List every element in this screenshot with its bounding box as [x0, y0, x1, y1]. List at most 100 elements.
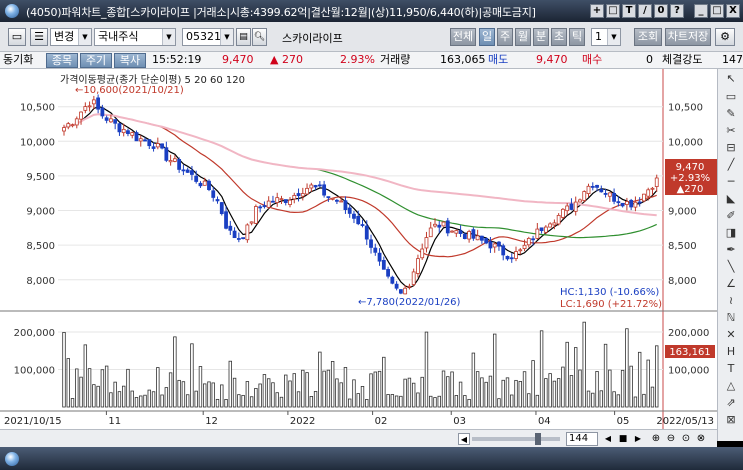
zoom-reset-icon[interactable]: ⊗ — [695, 433, 707, 445]
maximize-button[interactable]: □ — [710, 4, 724, 18]
volume-bar — [313, 391, 318, 408]
arrow-icon[interactable]: ⇗ — [722, 395, 740, 410]
period-count-select[interactable]: 1 ▼ — [591, 28, 621, 46]
rewind-icon[interactable]: ◀ — [602, 433, 614, 445]
volume-bar — [646, 359, 650, 408]
marker-icon[interactable]: ◣ — [722, 191, 740, 206]
price-chart[interactable]: 10,50010,50010,00010,0009,5009,5009,0009… — [0, 69, 717, 439]
stop-icon[interactable]: ■ — [617, 433, 629, 445]
quote-strength: 147 — [722, 53, 743, 66]
period-month-button[interactable]: 월 — [515, 28, 531, 46]
all-button[interactable]: 전체 — [450, 28, 476, 46]
tab-period[interactable]: 주기 — [80, 53, 112, 68]
volume-bar — [446, 376, 450, 408]
candle-body — [522, 244, 527, 250]
line-icon[interactable]: ╲ — [722, 259, 740, 274]
cursor-icon[interactable]: ↖ — [722, 71, 740, 86]
settings-icon[interactable]: ⚙ — [715, 28, 735, 46]
candle-body — [181, 169, 186, 172]
horizontal-line-icon[interactable]: ─ — [722, 174, 740, 189]
volume-bar — [475, 371, 480, 408]
pen-icon[interactable]: ✒ — [722, 242, 740, 257]
candle-body — [599, 188, 604, 193]
candle-body — [117, 123, 122, 133]
period-day-button[interactable]: 일 — [479, 28, 495, 46]
quote-change-pct: 2.93% — [340, 53, 375, 66]
close-button[interactable]: X — [726, 4, 740, 18]
period-week-button[interactable]: 주 — [497, 28, 513, 46]
zoom-slider-handle[interactable] — [535, 433, 541, 445]
volume-bar — [429, 395, 433, 408]
candle-body — [172, 158, 177, 162]
period-minute-button[interactable]: 분 — [533, 28, 549, 46]
quote-ask: 9,470 — [536, 53, 568, 66]
pencil-icon[interactable]: ✎ — [722, 106, 740, 121]
search-icon[interactable]: 🔍︎ — [252, 28, 267, 46]
volume-bar — [245, 381, 250, 408]
zigzag-icon[interactable]: ≀ — [722, 293, 740, 308]
channel-icon[interactable]: H — [722, 344, 740, 359]
volume-bar — [407, 377, 412, 408]
tab-stock[interactable]: 종목 — [46, 53, 78, 68]
volume-bar — [544, 378, 548, 408]
zoom-out-icon[interactable]: ⊖ — [665, 433, 677, 445]
title-t-button[interactable]: T — [622, 4, 636, 18]
chart-canvas[interactable]: 10,50010,50010,00010,0009,5009,5009,0009… — [0, 69, 717, 429]
lock-icon[interactable]: ⊠ — [722, 412, 740, 427]
help-button[interactable]: ? — [670, 4, 684, 18]
candle-body — [70, 124, 75, 127]
volume-bar — [301, 369, 305, 408]
triangle-icon[interactable]: △ — [722, 378, 740, 393]
restore-small-button[interactable]: □ — [606, 4, 620, 18]
volume-bar — [198, 366, 203, 408]
scroll-left-icon[interactable]: ◀ — [458, 433, 470, 445]
candle-body — [454, 230, 459, 234]
zero-button[interactable]: 0 — [654, 4, 668, 18]
zoom-slider-track[interactable] — [472, 437, 560, 441]
candle-body — [433, 223, 437, 227]
scroll-count-input[interactable]: 144 — [566, 432, 598, 446]
market-select[interactable]: 국내주식 ▼ — [94, 28, 176, 46]
volume-bar — [484, 381, 488, 408]
volume-tick-label-left: 200,000 — [14, 328, 55, 339]
add-window-button[interactable]: + — [590, 4, 604, 18]
main-toolbar: ▭ ☰ 변경 ▼ 국내주식 ▼ 053210 ▼ ▤ 🔍︎ 스카이라이프 전체 … — [0, 22, 743, 52]
eraser-icon[interactable]: ◨ — [722, 225, 740, 240]
zoom-in-icon[interactable]: ⊕ — [650, 433, 662, 445]
volume-bar — [416, 392, 420, 408]
play-icon[interactable]: ▶ — [632, 433, 644, 445]
low-annotation: ←7,780(2022/01/26) — [358, 297, 461, 308]
query-button[interactable]: 조회 — [634, 28, 662, 46]
volume-bar — [591, 392, 595, 408]
candle-body — [219, 202, 224, 215]
candle-body — [224, 211, 228, 229]
candle-body — [66, 123, 71, 128]
period-tick-button[interactable]: 틱 — [569, 28, 585, 46]
candle-body — [194, 175, 199, 182]
trendline-icon[interactable]: ╱ — [722, 157, 740, 172]
chart-mode-icon[interactable]: ☰ — [30, 28, 48, 46]
panel-toggle-icon[interactable]: ▭ — [8, 28, 26, 46]
angle-icon[interactable]: ∠ — [722, 276, 740, 291]
link-button[interactable]: / — [638, 4, 652, 18]
period-second-button[interactable]: 초 — [551, 28, 567, 46]
fibonacci-icon[interactable]: ℕ — [722, 310, 740, 325]
save-chart-button[interactable]: 차트저장 — [665, 28, 711, 46]
volume-bar — [87, 368, 92, 408]
delete-icon[interactable]: ✂ — [722, 123, 740, 138]
stock-code-input[interactable]: 053210 ▼ — [182, 28, 234, 46]
minimize-button[interactable]: _ — [694, 4, 708, 18]
mode-select[interactable]: 변경 ▼ — [50, 28, 92, 46]
cross-icon[interactable]: ✕ — [722, 327, 740, 342]
tab-copy[interactable]: 복사 — [114, 53, 146, 68]
zoom-fit-icon[interactable]: ⊙ — [680, 433, 692, 445]
window-icon[interactable]: ▭ — [722, 89, 740, 104]
brush-icon[interactable]: ✐ — [722, 208, 740, 223]
text-icon[interactable]: T — [722, 361, 740, 376]
chart-scroll-row: ◀ 144 ◀ ■ ▶ ⊕ ⊖ ⊙ ⊗ — [0, 429, 717, 447]
candle-body — [190, 170, 194, 175]
ruler-icon[interactable]: ⊟ — [722, 140, 740, 155]
volume-bar — [433, 397, 437, 408]
volume-bar — [203, 383, 207, 408]
list-icon[interactable]: ▤ — [236, 28, 251, 46]
